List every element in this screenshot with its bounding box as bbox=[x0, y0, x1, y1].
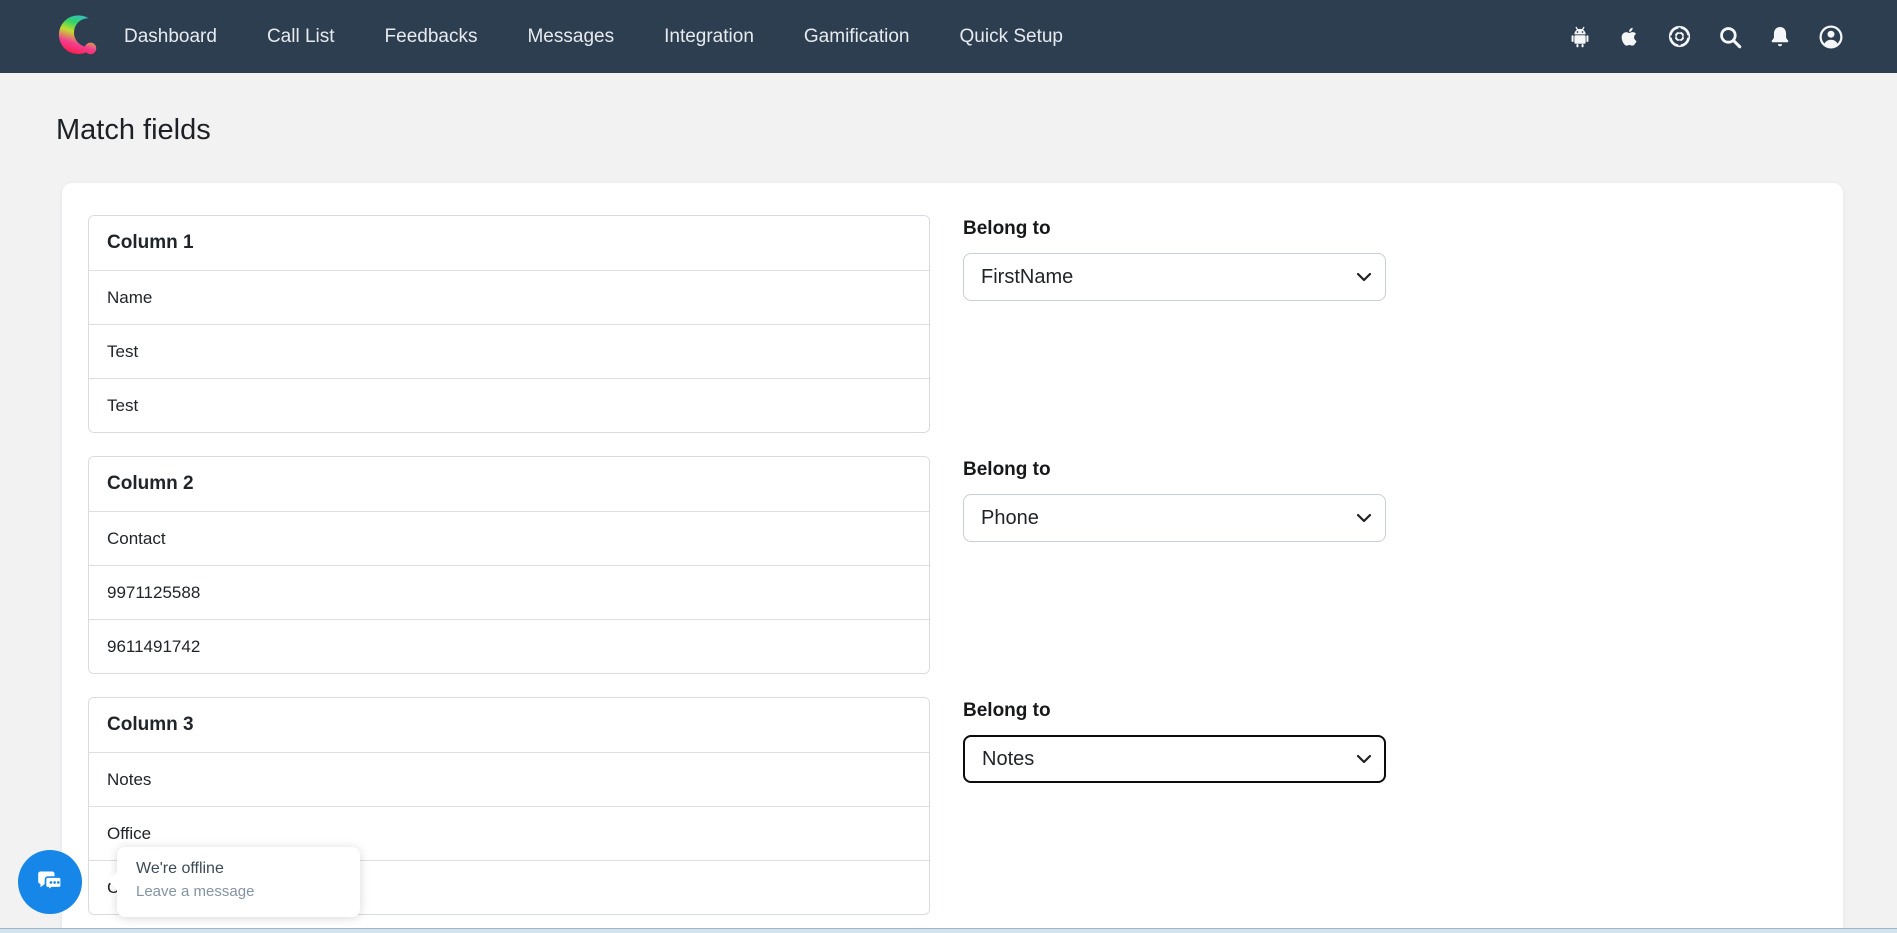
bell-icon[interactable] bbox=[1767, 24, 1793, 50]
nav-item-dashboard[interactable]: Dashboard bbox=[124, 26, 217, 48]
table-row: Name bbox=[89, 270, 929, 324]
page-title: Match fields bbox=[56, 114, 211, 146]
nav-item-call-list[interactable]: Call List bbox=[267, 26, 335, 48]
table-row: 9971125588 bbox=[89, 565, 929, 619]
table-row: Test bbox=[89, 324, 929, 378]
belong-to-label: Belong to bbox=[963, 700, 1051, 721]
belong-to-label: Belong to bbox=[963, 459, 1051, 480]
table-header: Column 2 bbox=[89, 457, 929, 511]
match-section-1: Column 1 Name Test Test Belong to FirstN… bbox=[88, 215, 1817, 433]
account-icon[interactable] bbox=[1817, 23, 1845, 51]
nav-item-quick-setup[interactable]: Quick Setup bbox=[960, 26, 1064, 48]
table-row: Contact bbox=[89, 511, 929, 565]
table-row: Notes bbox=[89, 752, 929, 806]
apple-icon[interactable] bbox=[1617, 24, 1642, 49]
nav-item-feedbacks[interactable]: Feedbacks bbox=[385, 26, 478, 48]
table-header: Column 1 bbox=[89, 216, 929, 270]
belong-to-group-3: Belong to Notes bbox=[963, 697, 1386, 783]
table-header: Column 3 bbox=[89, 698, 929, 752]
belong-to-group-2: Belong to Phone bbox=[963, 456, 1386, 542]
chat-offline-tooltip: We're offline Leave a message bbox=[117, 847, 360, 917]
nav-item-gamification[interactable]: Gamification bbox=[804, 26, 910, 48]
chat-launcher-button[interactable] bbox=[18, 850, 82, 914]
chat-status-title: We're offline bbox=[136, 860, 224, 877]
belong-to-select-3[interactable]: Notes bbox=[963, 735, 1386, 783]
nav-item-integration[interactable]: Integration bbox=[664, 26, 754, 48]
chat-bubbles-icon bbox=[32, 863, 68, 902]
column-2-table: Column 2 Contact 9971125588 9611491742 bbox=[88, 456, 930, 674]
nav-item-messages[interactable]: Messages bbox=[527, 26, 614, 48]
logo-icon bbox=[56, 6, 102, 67]
belong-to-select-1[interactable]: FirstName bbox=[963, 253, 1386, 301]
table-row: 9611491742 bbox=[89, 619, 929, 673]
column-1-table: Column 1 Name Test Test bbox=[88, 215, 930, 433]
belong-to-label: Belong to bbox=[963, 218, 1051, 239]
navbar-icons bbox=[1567, 23, 1845, 51]
main-nav: Dashboard Call List Feedbacks Messages I… bbox=[124, 26, 1063, 48]
horizontal-scrollbar[interactable] bbox=[0, 928, 1897, 933]
help-icon[interactable] bbox=[1666, 23, 1693, 50]
chat-status-subtitle: Leave a message bbox=[136, 883, 255, 900]
match-fields-card: Column 1 Name Test Test Belong to FirstN… bbox=[62, 183, 1843, 933]
top-navbar: Dashboard Call List Feedbacks Messages I… bbox=[0, 0, 1897, 73]
belong-to-group-1: Belong to FirstName bbox=[963, 215, 1386, 301]
belong-to-select-2[interactable]: Phone bbox=[963, 494, 1386, 542]
match-section-2: Column 2 Contact 9971125588 9611491742 B… bbox=[88, 456, 1817, 674]
search-icon[interactable] bbox=[1717, 24, 1743, 50]
table-row: Test bbox=[89, 378, 929, 432]
brand-logo[interactable] bbox=[56, 6, 102, 67]
android-icon[interactable] bbox=[1567, 24, 1593, 50]
